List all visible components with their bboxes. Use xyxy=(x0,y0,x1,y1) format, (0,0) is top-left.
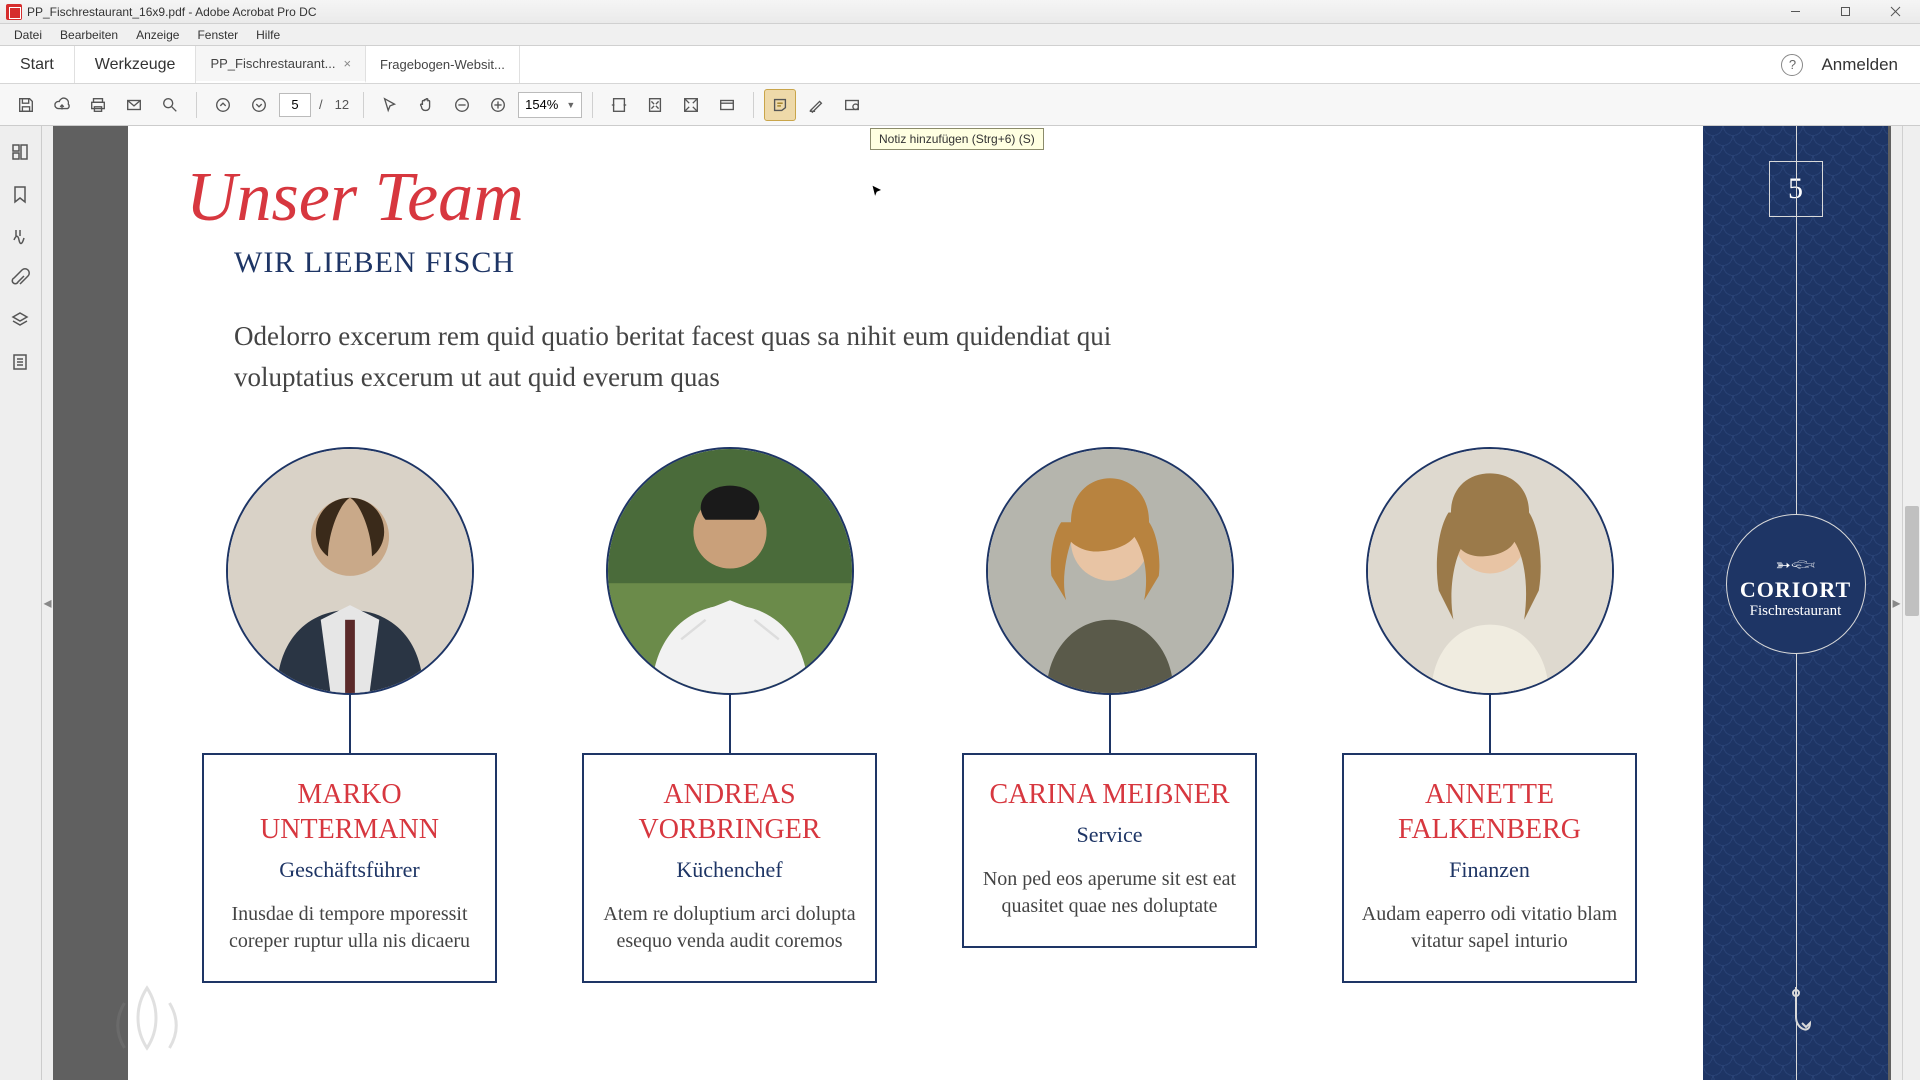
tab-start[interactable]: Start xyxy=(0,46,75,83)
menu-datei[interactable]: Datei xyxy=(5,26,51,44)
menu-fenster[interactable]: Fenster xyxy=(188,26,247,44)
layers-icon[interactable] xyxy=(10,310,32,332)
team-member: MARKO UNTERMANN Geschäftsführer Inusdae … xyxy=(202,447,497,983)
highlight-icon[interactable] xyxy=(800,89,832,121)
hook-icon xyxy=(1776,987,1816,1052)
portrait xyxy=(226,447,474,695)
cloud-icon[interactable] xyxy=(46,89,78,121)
brand-logo: ➳𓆟 CORIORT Fischrestaurant xyxy=(1726,514,1866,654)
zoom-dropdown[interactable]: 154%▼ xyxy=(518,92,582,118)
member-desc: Atem re doluptium arci dolupta esequo ve… xyxy=(598,901,861,955)
page-number-input[interactable] xyxy=(279,93,311,117)
page-sep: / xyxy=(315,97,327,112)
close-tab-icon[interactable]: × xyxy=(343,56,351,71)
document-tab-2-label: Fragebogen-Websit... xyxy=(380,57,505,72)
window-titlebar: PP_Fischrestaurant_16x9.pdf - Adobe Acro… xyxy=(0,0,1920,24)
right-collapse-handle[interactable]: ▸ xyxy=(1891,126,1902,1080)
read-mode-icon[interactable] xyxy=(711,89,743,121)
articles-icon[interactable] xyxy=(10,352,32,374)
pointer-icon[interactable] xyxy=(374,89,406,121)
document-tab-1[interactable]: PP_Fischrestaurant... × xyxy=(196,46,366,83)
cursor-icon xyxy=(870,184,886,205)
menu-hilfe[interactable]: Hilfe xyxy=(247,26,289,44)
team-row: MARKO UNTERMANN Geschäftsführer Inusdae … xyxy=(186,447,1653,983)
document-tab-2[interactable]: Fragebogen-Websit... xyxy=(366,46,520,83)
tab-start-label: Start xyxy=(20,56,54,74)
member-role: Finanzen xyxy=(1358,857,1621,883)
window-title: PP_Fischrestaurant_16x9.pdf - Adobe Acro… xyxy=(27,5,317,19)
signatures-icon[interactable] xyxy=(10,226,32,248)
page-paragraph: Odelorro excerum rem quid quatio beritat… xyxy=(234,316,1134,397)
member-desc: Inusdae di tempore mporessit coreper rup… xyxy=(218,901,481,955)
menu-anzeige[interactable]: Anzeige xyxy=(127,26,188,44)
fullscreen-icon[interactable] xyxy=(675,89,707,121)
member-desc: Non ped eos aperume sit est eat quasitet… xyxy=(978,866,1241,920)
page-down-icon[interactable] xyxy=(243,89,275,121)
app-icon xyxy=(6,4,22,20)
search-icon[interactable] xyxy=(154,89,186,121)
fit-width-icon[interactable] xyxy=(603,89,635,121)
help-icon[interactable]: ? xyxy=(1781,54,1803,76)
team-member: CARINA MEIẞNER Service Non ped eos aperu… xyxy=(962,447,1257,983)
toolbar: / 12 154%▼ Notiz hinzufügen (Strg+6) (S) xyxy=(0,84,1920,126)
sticky-note-icon[interactable] xyxy=(764,89,796,121)
document-area: Unser Team WIR LIEBEN FISCH Odelorro exc… xyxy=(53,126,1891,1080)
member-role: Küchenchef xyxy=(598,857,861,883)
zoom-in-icon[interactable] xyxy=(482,89,514,121)
page-up-icon[interactable] xyxy=(207,89,239,121)
thumbnails-icon[interactable] xyxy=(10,142,32,164)
minimize-button[interactable] xyxy=(1770,0,1820,24)
zoom-out-icon[interactable] xyxy=(446,89,478,121)
maximize-button[interactable] xyxy=(1820,0,1870,24)
scrollbar-thumb[interactable] xyxy=(1905,506,1919,616)
save-icon[interactable] xyxy=(10,89,42,121)
member-name: ANDREAS VORBRINGER xyxy=(598,777,861,847)
page: Unser Team WIR LIEBEN FISCH Odelorro exc… xyxy=(128,126,1888,1080)
left-collapse-handle[interactable]: ◂ xyxy=(42,126,53,1080)
tabstrip: Start Werkzeuge PP_Fischrestaurant... × … xyxy=(0,46,1920,84)
zoom-value: 154% xyxy=(525,97,558,112)
menubar: Datei Bearbeiten Anzeige Fenster Hilfe xyxy=(0,24,1920,46)
tooltip: Notiz hinzufügen (Strg+6) (S) xyxy=(870,128,1044,150)
vertical-scrollbar[interactable] xyxy=(1902,126,1920,1080)
attachments-icon[interactable] xyxy=(10,268,32,290)
print-icon[interactable] xyxy=(82,89,114,121)
brand-sub: Fischrestaurant xyxy=(1750,603,1842,620)
stamp-icon[interactable] xyxy=(836,89,868,121)
member-desc: Audam eaperro odi vitatio blam vitatur s… xyxy=(1358,901,1621,955)
portrait xyxy=(1366,447,1614,695)
brand-name: CORIORT xyxy=(1740,577,1851,603)
team-member: ANNETTE FALKENBERG Finanzen Audam eaperr… xyxy=(1342,447,1637,983)
team-member: ANDREAS VORBRINGER Küchenchef Atem re do… xyxy=(582,447,877,983)
tab-tools[interactable]: Werkzeuge xyxy=(75,46,197,83)
mail-icon[interactable] xyxy=(118,89,150,121)
member-name: CARINA MEIẞNER xyxy=(978,777,1241,812)
page-sidebar: 5 ➳𓆟 CORIORT Fischrestaurant xyxy=(1703,126,1888,1080)
portrait xyxy=(986,447,1234,695)
hand-icon[interactable] xyxy=(410,89,442,121)
page-total: 12 xyxy=(331,97,353,112)
tab-tools-label: Werkzeuge xyxy=(95,56,176,74)
member-name: ANNETTE FALKENBERG xyxy=(1358,777,1621,847)
signin-link[interactable]: Anmelden xyxy=(1821,55,1898,75)
watermark-icon xyxy=(102,973,192,1068)
close-button[interactable] xyxy=(1870,0,1920,24)
bookmarks-icon[interactable] xyxy=(10,184,32,206)
member-role: Service xyxy=(978,822,1241,848)
member-role: Geschäftsführer xyxy=(218,857,481,883)
member-name: MARKO UNTERMANN xyxy=(218,777,481,847)
page-subtitle: WIR LIEBEN FISCH xyxy=(234,246,1653,280)
left-panel xyxy=(0,126,42,1080)
document-tab-1-label: PP_Fischrestaurant... xyxy=(210,56,335,71)
fit-page-icon[interactable] xyxy=(639,89,671,121)
portrait xyxy=(606,447,854,695)
page-title: Unser Team xyxy=(186,158,1653,238)
fish-icon: ➳𓆟 xyxy=(1776,547,1816,577)
menu-bearbeiten[interactable]: Bearbeiten xyxy=(51,26,127,44)
